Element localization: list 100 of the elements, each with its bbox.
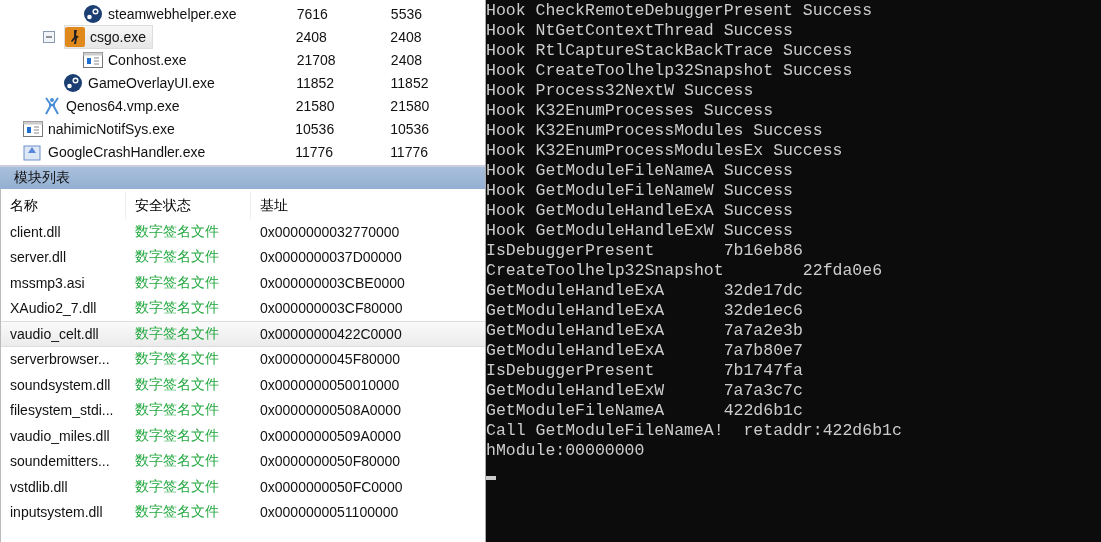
console-line: Call GetModuleFileNameA! retaddr:422d6b1c xyxy=(486,421,903,441)
column-header[interactable]: 名称 xyxy=(1,192,126,219)
process-row[interactable]: GoogleCrashHandler.exe xyxy=(22,139,213,164)
process-row[interactable]: Conhost.exe xyxy=(82,47,194,72)
process-row[interactable]: steamwebhelper.exe xyxy=(82,1,244,26)
base-address: 0x000000003CF80000 xyxy=(259,300,404,317)
security-status: 数字签名文件 xyxy=(134,426,220,445)
console-line: Hook GetModuleHandleExA Success xyxy=(486,201,794,221)
process-id: 5536 xyxy=(390,5,423,22)
module-name: inputsystem.dll xyxy=(9,504,104,521)
console-line: Hook GetModuleFileNameW Success xyxy=(486,181,794,201)
process-id: 2408 xyxy=(390,28,423,45)
process-name: steamwebhelper.exe xyxy=(108,5,237,22)
process-id: 10536 xyxy=(295,120,336,137)
security-status: 数字签名文件 xyxy=(134,375,220,394)
console-line: Hook NtGetContextThread Success xyxy=(486,21,794,41)
security-status: 数字签名文件 xyxy=(134,324,220,343)
security-status: 数字签名文件 xyxy=(134,222,220,241)
module-name: client.dll xyxy=(9,223,62,240)
process-id: 2408 xyxy=(295,28,328,45)
console-line: GetModuleHandleExA 32de1ec6 xyxy=(486,301,804,321)
steam-icon xyxy=(63,72,83,93)
module-name: mssmp3.asi xyxy=(9,274,86,291)
module-name: filesystem_stdi... xyxy=(9,402,115,419)
security-status: 数字签名文件 xyxy=(134,477,220,496)
module-row[interactable]: serverbrowser... 数字签名文件 0x0000000045F80000 xyxy=(1,346,485,372)
process-id: 11852 xyxy=(296,74,336,91)
steam-icon xyxy=(83,3,103,24)
security-status: 数字签名文件 xyxy=(134,503,220,522)
base-address: 0x000000003CBE0000 xyxy=(259,274,406,291)
security-status: 数字签名文件 xyxy=(134,248,220,267)
module-name: serverbrowser... xyxy=(9,351,111,368)
module-name: vstdlib.dll xyxy=(9,478,69,495)
module-name: server.dll xyxy=(9,249,68,266)
console-line: Hook K32EnumProcesses Success xyxy=(486,101,775,121)
base-address: 0x00000000508A0000 xyxy=(259,402,402,419)
console-line: Hook K32EnumProcessModulesEx Success xyxy=(486,141,844,161)
console-line: GetModuleHandleExW 7a7a3c7c xyxy=(486,381,804,401)
process-name: nahimicNotifSys.exe xyxy=(48,120,175,137)
collapse-icon[interactable] xyxy=(43,30,55,43)
soldier-icon xyxy=(65,26,85,47)
security-status: 数字签名文件 xyxy=(134,299,220,318)
process-id: 21580 xyxy=(390,97,431,114)
process-id: 7616 xyxy=(296,5,329,22)
base-address: 0x0000000050F80000 xyxy=(259,453,402,470)
column-header[interactable]: 基址 xyxy=(251,192,481,219)
window-icon xyxy=(23,120,43,137)
base-address: 0x0000000037D00000 xyxy=(259,249,403,266)
module-row[interactable]: mssmp3.asi 数字签名文件 0x000000003CBE0000 xyxy=(1,270,485,296)
app-icon xyxy=(23,142,43,161)
process-id: 11776 xyxy=(390,143,430,160)
process-id: 2408 xyxy=(390,51,423,68)
console-line: hModule:00000000 xyxy=(486,441,646,461)
column-header[interactable]: 安全状态 xyxy=(126,192,251,219)
security-status: 数字签名文件 xyxy=(134,273,220,292)
console-line: Hook RtlCaptureStackBackTrace Success xyxy=(486,41,854,61)
console-line: Hook GetModuleFileNameA Success xyxy=(486,161,794,181)
process-row[interactable]: Qenos64.vmp.exe xyxy=(42,93,187,118)
security-status: 数字签名文件 xyxy=(134,452,220,471)
console-line: GetModuleHandleExA 7a7b80e7 xyxy=(486,341,804,361)
module-name: soundsystem.dll xyxy=(9,376,112,393)
process-id: 11776 xyxy=(295,143,335,160)
module-name: soundemitters... xyxy=(9,453,111,470)
window-icon xyxy=(83,51,103,68)
base-address: 0x0000000045F80000 xyxy=(259,351,402,368)
console-line: Hook Process32NextW Success xyxy=(486,81,755,101)
security-status: 数字签名文件 xyxy=(134,350,220,369)
console-line: GetModuleFileNameA 422d6b1c xyxy=(486,401,804,421)
module-row[interactable]: soundsystem.dll 数字签名文件 0x0000000050010000 xyxy=(1,372,485,398)
process-id: 10536 xyxy=(390,120,431,137)
module-row[interactable]: server.dll 数字签名文件 0x0000000037D00000 xyxy=(1,244,485,270)
console-line: IsDebuggerPresent 7b16eb86 xyxy=(486,241,804,261)
console-line: Hook CheckRemoteDebuggerPresent Success xyxy=(486,1,874,21)
module-row[interactable]: vaudio_miles.dll 数字签名文件 0x00000000509A0000 xyxy=(1,423,485,449)
module-row[interactable]: soundemitters... 数字签名文件 0x0000000050F80000 xyxy=(1,448,485,474)
process-name: csgo.exe xyxy=(90,28,147,45)
console-line: GetModuleHandleExA 32de17dc xyxy=(486,281,804,301)
console-line: Hook CreateToolhelp32Snapshot Success xyxy=(486,61,854,81)
module-row[interactable]: inputsystem.dll 数字签名文件 0x0000000051100000 xyxy=(1,499,485,525)
process-row[interactable]: nahimicNotifSys.exe xyxy=(22,116,182,141)
module-name: vaudio_celt.dll xyxy=(9,325,100,342)
base-address: 0x00000000509A0000 xyxy=(259,427,402,444)
process-name: Qenos64.vmp.exe xyxy=(66,97,180,114)
module-row[interactable]: XAudio2_7.dll 数字签名文件 0x000000003CF80000 xyxy=(1,295,485,321)
console-line: CreateToolhelp32Snapshot 22fda0e6 xyxy=(486,261,884,281)
base-address: 0x0000000051100000 xyxy=(259,504,400,521)
process-row[interactable]: csgo.exe xyxy=(64,24,154,49)
security-status: 数字签名文件 xyxy=(134,401,220,420)
process-row[interactable]: GameOverlayUI.exe xyxy=(62,70,222,95)
console-line: Hook K32EnumProcessModules Success xyxy=(486,121,824,141)
process-id: 11852 xyxy=(390,74,430,91)
console-line: GetModuleHandleExA 7a7a2e3b xyxy=(486,321,804,341)
module-row[interactable]: vstdlib.dll 数字签名文件 0x0000000050FC0000 xyxy=(1,474,485,500)
panel-title: 模块列表 xyxy=(0,167,485,189)
module-row[interactable]: client.dll 数字签名文件 0x0000000032770000 xyxy=(1,219,485,245)
module-row[interactable]: vaudio_celt.dll 数字签名文件 0x00000000422C0000 xyxy=(1,321,485,347)
process-id: 21580 xyxy=(295,97,336,114)
text-cursor xyxy=(486,476,496,480)
module-row[interactable]: filesystem_stdi... 数字签名文件 0x00000000508A0000 xyxy=(1,397,485,423)
process-name: Conhost.exe xyxy=(108,51,187,68)
